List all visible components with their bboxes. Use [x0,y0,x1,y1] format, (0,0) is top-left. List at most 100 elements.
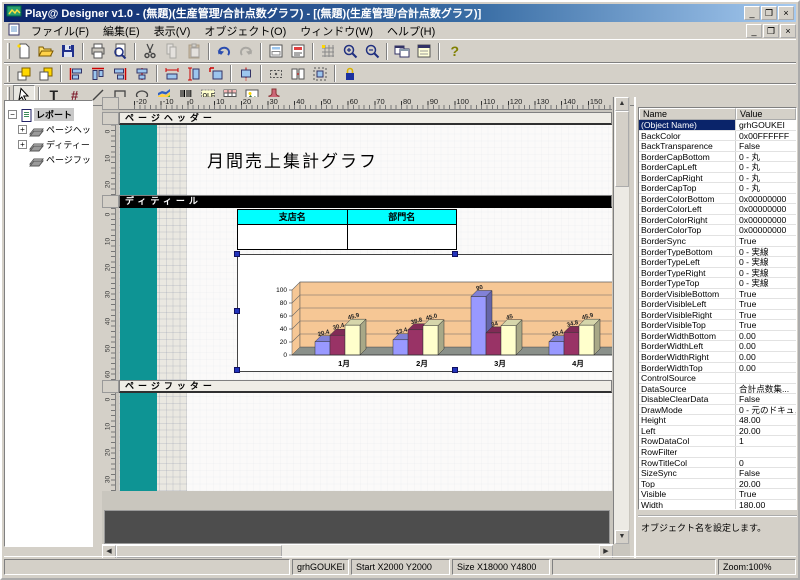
property-value[interactable]: 0.00 [736,341,796,351]
band-label-page-footer[interactable]: ページフッター [119,380,612,393]
tree-expander[interactable]: − [8,110,17,119]
property-row[interactable]: BackTransparenceFalse [639,141,796,152]
property-name[interactable]: Height [639,415,736,425]
send-to-back-button[interactable] [35,64,57,84]
property-row[interactable]: BackColor0x00FFFFFF [639,131,796,142]
property-name[interactable]: BorderCapTop [639,183,736,193]
property-row[interactable]: VisibleTrue [639,489,796,500]
group-objects-button[interactable] [309,64,331,84]
property-name[interactable]: Left [639,426,736,436]
band-page-footer[interactable] [119,393,612,491]
property-name[interactable]: BorderVisibleBottom [639,289,736,299]
property-name[interactable]: BorderVisibleTop [639,320,736,330]
print-button[interactable] [87,41,109,61]
property-row[interactable]: BorderColorLeft0x00000000 [639,204,796,215]
tab-order-button[interactable] [287,64,309,84]
table-cell[interactable] [348,224,457,249]
property-name[interactable]: BorderWidthBottom [639,331,736,341]
property-row[interactable]: Left20.00 [639,426,796,437]
selection-handle-top-left[interactable] [234,251,240,257]
selection-handle-bottom-left[interactable] [234,367,240,373]
band-detail[interactable]: 支店名 部門名 02040608010020.430.445.91月23.438… [119,208,612,380]
property-name[interactable]: Visible [639,489,736,499]
property-name[interactable]: BorderVisibleLeft [639,299,736,309]
property-row[interactable]: DataSource合計点数集... [639,384,796,395]
property-row[interactable]: BorderTypeLeft0 - 実線 [639,257,796,268]
property-value[interactable]: 1 [736,436,796,446]
property-value[interactable]: 20.00 [736,426,796,436]
mdi-document-icon[interactable] [8,23,20,39]
property-row[interactable]: BorderSyncTrue [639,236,796,247]
property-name[interactable]: Width [639,500,736,510]
menu-5[interactable]: ヘルプ(H) [380,25,442,39]
tree-item-label[interactable]: ディティー [44,138,92,151]
new-window-button[interactable] [391,41,413,61]
undo-button[interactable] [213,41,235,61]
property-name[interactable]: RowFilter [639,447,736,457]
property-value[interactable]: 0 - 丸 [736,162,796,172]
restore-button[interactable]: ❐ [761,6,777,20]
property-row[interactable]: BorderTypeRight0 - 実線 [639,268,796,279]
print-preview-button[interactable] [109,41,131,61]
same-width-button[interactable] [161,64,183,84]
property-value[interactable]: True [736,310,796,320]
property-value[interactable]: 0x00000000 [736,215,796,225]
property-row[interactable]: BorderVisibleBottomTrue [639,289,796,300]
tree-item-2[interactable]: + ディティー [5,137,92,152]
property-name[interactable]: SizeSync [639,468,736,478]
property-value[interactable]: 0 - 実線 [736,257,796,267]
property-row[interactable]: BorderColorBottom0x00000000 [639,194,796,205]
property-value[interactable]: False [736,468,796,478]
property-row[interactable]: BorderTypeTop0 - 実線 [639,278,796,289]
tree-item-3[interactable]: ページフッ [5,152,92,167]
band-label-detail[interactable]: ディティール [119,195,612,208]
property-name[interactable]: BorderVisibleRight [639,310,736,320]
property-value[interactable]: 0 - 丸 [736,173,796,183]
property-value[interactable]: 0.00 [736,363,796,373]
property-value[interactable]: 0 - 丸 [736,152,796,162]
data-table-object[interactable]: 支店名 部門名 [237,209,457,250]
toolbar-grip[interactable] [7,66,10,82]
property-name[interactable]: BackTransparence [639,141,736,151]
menu-4[interactable]: ウィンドウ(W) [293,25,380,39]
align-center-button[interactable] [131,64,153,84]
table-cell[interactable] [238,224,348,249]
property-value[interactable] [736,447,796,457]
zoom-in-button[interactable] [339,41,361,61]
property-name[interactable]: DataSource [639,384,736,394]
table-header-department[interactable]: 部門名 [348,210,457,224]
help-button[interactable]: ? [443,41,465,61]
property-value[interactable]: False [736,394,796,404]
report-setup-button[interactable] [265,41,287,61]
property-row[interactable]: BorderVisibleTopTrue [639,320,796,331]
margin-bar[interactable] [120,125,157,195]
property-value[interactable]: 合計点数集... [736,384,796,394]
property-value[interactable]: 0x00000000 [736,194,796,204]
vertical-scroll-thumb[interactable] [615,111,629,187]
property-value[interactable]: True [736,299,796,309]
property-value[interactable]: 0 - 元のドキュメ... [736,405,796,415]
bring-to-front-button[interactable] [13,64,35,84]
property-value[interactable]: grhGOUKEI [736,120,796,130]
tree-item-label[interactable]: ページヘッ [44,123,93,136]
vertical-scrollbar[interactable]: ▲ ▼ [613,97,629,544]
selection-handle-left-mid[interactable] [234,308,240,314]
band-setup-button[interactable] [287,41,309,61]
property-name[interactable]: BorderTypeLeft [639,257,736,267]
align-left-button[interactable] [65,64,87,84]
property-row[interactable]: BorderWidthRight0.00 [639,352,796,363]
property-row[interactable]: SizeSyncFalse [639,468,796,479]
tree-expander[interactable]: + [18,140,27,149]
property-name[interactable]: RowDataCol [639,436,736,446]
copy-button[interactable] [161,41,183,61]
margin-bar[interactable] [120,393,157,491]
property-row[interactable]: Height48.00 [639,415,796,426]
selection-handle-bottom-mid[interactable] [452,367,458,373]
tree-expander[interactable]: + [18,125,27,134]
close-button[interactable]: × [778,6,794,20]
property-row[interactable]: RowDataCol1 [639,436,796,447]
tree-item-label[interactable]: ページフッ [44,153,93,166]
property-value[interactable]: 0.00 [736,352,796,362]
child-minimize-button[interactable]: _ [746,24,762,38]
property-value[interactable]: 0x00000000 [736,225,796,235]
